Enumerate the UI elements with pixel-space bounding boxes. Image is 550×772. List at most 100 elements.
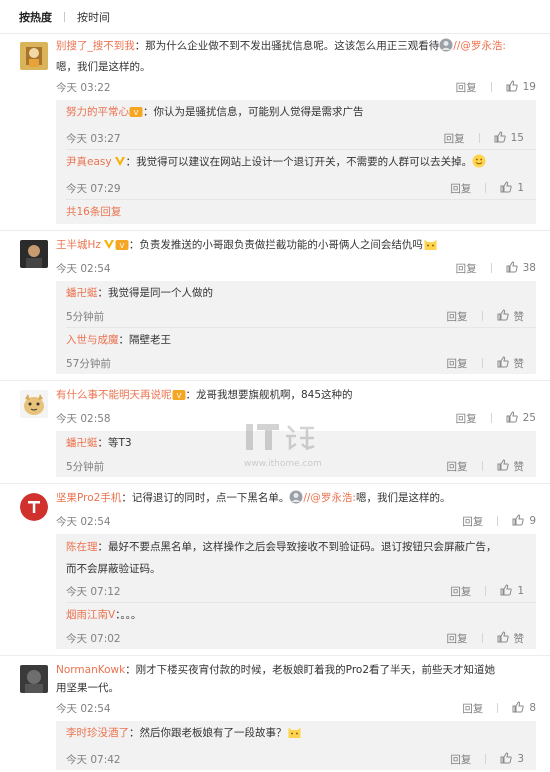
reply-username[interactable]: 蟠卍蜓 (66, 437, 98, 449)
comment-username[interactable]: NormanKowk (56, 664, 125, 676)
reply-item: 尹真easy ：我觉得可以建议在网站上设计一个退订开关，不需要的人群可以去关掉。 … (66, 150, 536, 200)
action-divider (481, 358, 483, 368)
vip-crown-icon: V (115, 239, 129, 257)
reply-button[interactable]: 回复 (462, 701, 483, 716)
action-divider (497, 703, 499, 713)
comment-item: NormanKowk：刚才下楼买夜宵付款的时候，老板娘盯着我的Pro2看了半天，… (0, 656, 550, 770)
reply-list: 努力的平常心 V ：你认为是骚扰信息，可能别人觉得是需求广告 今天 03:27 回复… (56, 100, 536, 224)
reply-time: 今天 03:27 (66, 132, 121, 145)
reply-button[interactable]: 回复 (447, 631, 468, 646)
reply-button[interactable]: 回复 (447, 459, 468, 474)
user-avatar[interactable] (20, 42, 48, 70)
comment-text-line: 坚果Pro2手机：记得退订的同时，点一下黑名单。 //@罗永浩:嗯，我们是这样的。 (56, 489, 536, 510)
reply-time: 57分钟前 (66, 357, 111, 370)
reply-username[interactable]: 陈在理 (66, 541, 98, 553)
reply-username[interactable]: 烟雨江南V (66, 609, 115, 621)
reply-button[interactable]: 回复 (450, 584, 471, 599)
comment-username[interactable]: 王半城Hz (56, 239, 101, 251)
comment-username[interactable]: 坚果Pro2手机 (56, 492, 121, 504)
comment-time: 今天 02:58 (56, 412, 111, 425)
reply-text-line: 烟雨江南V：。。。 (66, 603, 524, 627)
more-replies-row: 共16条回复 (66, 200, 536, 224)
reply-meta: 57分钟前 回复 赞 (66, 352, 524, 374)
more-replies-link[interactable]: 共16条回复 (66, 200, 121, 224)
verified-v-icon (103, 238, 115, 250)
reply-button[interactable]: 回复 (450, 181, 471, 196)
reply-button[interactable]: 回复 (456, 80, 477, 95)
like-button[interactable]: 1 (500, 180, 524, 196)
reply-list: 蟠卍蜓：等T3 5分钟前 回复 赞 (56, 431, 536, 477)
reply-text: ：等T3 (97, 437, 132, 449)
reply-button[interactable]: 回复 (447, 309, 468, 324)
cat-emoji-icon (287, 724, 302, 748)
thumbs-up-icon (500, 583, 512, 599)
reply-button[interactable]: 回复 (450, 752, 471, 767)
comment-username[interactable]: 别搜了_搜不到我 (56, 40, 135, 52)
user-avatar[interactable] (20, 390, 48, 418)
smile-emoji-icon (472, 153, 486, 177)
thumbs-up-icon (512, 700, 524, 716)
reply-meta: 今天 07:02 回复 赞 (66, 627, 524, 649)
like-button[interactable]: 38 (506, 260, 536, 276)
mention-link[interactable]: //@罗永浩: (303, 492, 356, 504)
reply-username[interactable]: 入世与成魔 (66, 334, 119, 346)
user-avatar[interactable] (20, 493, 48, 521)
like-button[interactable]: 8 (512, 700, 536, 716)
mention-link[interactable]: //@罗永浩: (453, 40, 506, 52)
like-button[interactable]: 19 (506, 79, 536, 95)
comment-text-line: 王半城Hz V ：负责发推送的小哥跟负责做拦截功能的小哥俩人之间会结仇吗 (56, 236, 536, 257)
thumbs-up-icon (500, 180, 512, 196)
comment-text-continued: 嗯，我们是这样的。 (56, 61, 151, 73)
reply-button[interactable]: 回复 (444, 131, 465, 146)
reply-item: 入世与成魔：隔壁老王 57分钟前 回复 赞 (66, 328, 536, 374)
comment-text: ：负责发推送的小哥跟负责做拦截功能的小哥俩人之间会结仇吗 (128, 239, 423, 251)
reply-username[interactable]: 努力的平常心 (66, 106, 129, 118)
like-label: 赞 (513, 357, 525, 370)
like-button[interactable]: 1 (500, 583, 524, 599)
action-divider (497, 516, 499, 526)
reply-button[interactable]: 回复 (447, 356, 468, 371)
reply-text-line: 入世与成魔：隔壁老王 (66, 328, 524, 352)
like-count: 15 (510, 132, 524, 144)
tab-sort-by-hot[interactable]: 按热度 (19, 9, 52, 25)
thumbs-up-icon (497, 458, 509, 474)
reply-username[interactable]: 李时珍没酒了 (66, 727, 129, 739)
tab-sort-by-time[interactable]: 按时间 (77, 9, 110, 25)
reply-button[interactable]: 回复 (462, 514, 483, 529)
user-avatar[interactable] (20, 665, 48, 693)
action-divider (485, 754, 487, 764)
reply-time: 今天 07:42 (66, 753, 121, 766)
reply-meta: 今天 03:27 回复 15 (66, 127, 524, 149)
comment-text-continued: 用坚果一代。 (56, 682, 119, 694)
comment-username[interactable]: 有什么事不能明天再说呢 (56, 389, 172, 401)
like-button[interactable]: 赞 (497, 630, 524, 646)
reply-text-line: 陈在理：最好不要点黑名单，这样操作之后会导致接收不到验证码。退订按钮只会屏蔽广告… (66, 534, 524, 558)
like-count: 25 (522, 412, 536, 424)
svg-text:V: V (134, 109, 139, 117)
like-button[interactable]: 15 (494, 130, 524, 146)
like-count: 3 (517, 753, 524, 765)
reply-username[interactable]: 蟠卍蜓 (66, 287, 98, 299)
reply-button[interactable]: 回复 (456, 411, 477, 426)
like-button[interactable]: 25 (506, 410, 536, 426)
reply-text: ：我觉得可以建议在网站上设计一个退订开关，不需要的人群可以去关掉。 (125, 156, 473, 168)
like-button[interactable]: 9 (512, 513, 536, 529)
comment-meta: 今天 02:54 回复 9 (56, 510, 536, 532)
reply-username[interactable]: 尹真easy (66, 156, 112, 168)
reply-time: 5分钟前 (66, 460, 105, 473)
comment-item: 王半城Hz V ：负责发推送的小哥跟负责做拦截功能的小哥俩人之间会结仇吗 今天 02… (0, 231, 550, 381)
reply-meta: 5分钟前 回复 赞 (66, 455, 524, 477)
user-avatar[interactable] (20, 240, 48, 268)
like-button[interactable]: 赞 (497, 355, 525, 371)
comment-text-line: NormanKowk：刚才下楼买夜宵付款的时候，老板娘盯着我的Pro2看了半天，… (56, 661, 536, 679)
vip-crown-icon: V (172, 389, 186, 407)
like-button[interactable]: 赞 (497, 458, 524, 474)
reply-list: 蟠卍蜓：我觉得是同一个人做的 5分钟前 回复 赞 入世与成魔：隔壁老王 57分钟… (56, 281, 536, 374)
thumbs-up-icon (500, 751, 512, 767)
reply-button[interactable]: 回复 (456, 261, 477, 276)
comment-time: 今天 02:54 (56, 515, 111, 528)
reply-list: 李时珍没酒了：然后你跟老板娘有了一段故事？ 今天 07:42 回复 3 (56, 721, 536, 770)
like-button[interactable]: 3 (500, 751, 524, 767)
thumbs-up-icon (506, 410, 518, 426)
like-button[interactable]: 赞 (497, 308, 524, 324)
